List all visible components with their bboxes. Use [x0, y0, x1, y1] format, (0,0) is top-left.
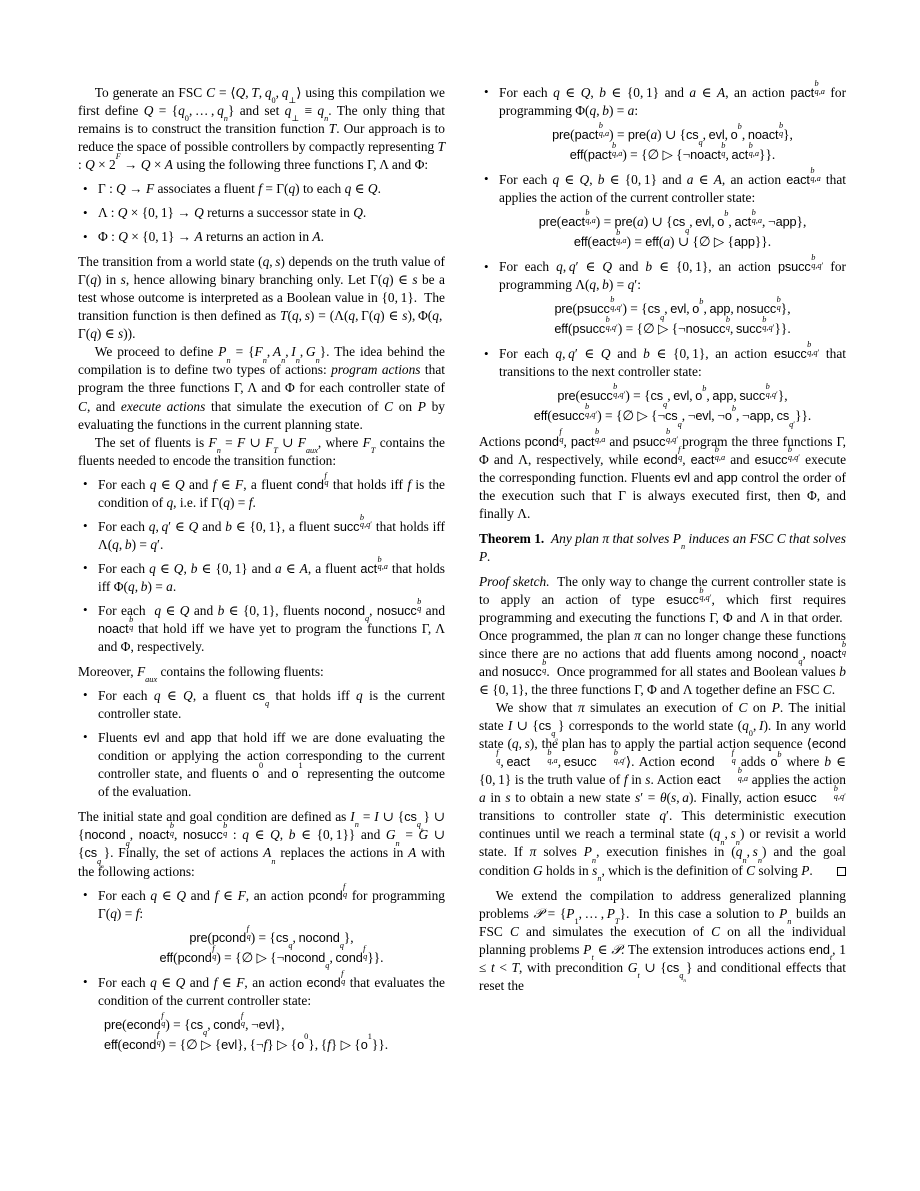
equation-line: pre(econd f q) = {csq, cond f q, ¬evl}, [104, 1010, 285, 1038]
bullet-list-functions: Γ : Q → F associates a fluent f = Γ(q) t… [78, 180, 445, 246]
equation-econd: pre(econd f q) = {csq, cond f q, ¬evl}, eff(… [98, 1010, 445, 1054]
bullet-list-actions-right: For each q ∈ Q, b ∈ {0, 1} and a ∈ A, an… [479, 79, 846, 429]
equation-esucc: pre(esucc b q,q′) = {csq, evl, ob, app, su… [499, 382, 846, 429]
equation-psucc: pre(psucc b q,q′) = {csq, evl, ob, app, no… [499, 295, 846, 338]
equation-line: eff(psucc b q,q′) = {∅ ▷ {¬nosucc b q, succ b… [554, 315, 791, 337]
paragraph-transition: The transition from a world state (q, s)… [78, 254, 445, 342]
equation-pcond: pre(pcond f q) = {csq, nocondq}, eff(pcond… [98, 923, 445, 971]
equation-line: pre(esucc b q,q′) = {csq, evl, ob, app, su… [557, 382, 788, 409]
paragraph-generalized-planning: We extend the compilation to address gen… [479, 887, 847, 993]
equation-line: pre(pcond f q) = {csq, nocondq}, [189, 923, 354, 951]
two-column-body: To generate an FSC C = ⟨Q, T, q0, q⊥⟩ us… [78, 79, 847, 1061]
equation-eact: pre(eact b q,a) = pre(a) ∪ {csq, evl, ob, … [499, 208, 846, 251]
list-item: For each q, q′ ∈ Q and b ∈ {0, 1}, an ac… [479, 341, 846, 429]
list-item: Λ : Q × {0, 1} → Q returns a successor s… [78, 204, 445, 222]
equation-line: eff(esucc b q,q′) = {∅ ▷ {¬csq, ¬evl, ¬ob,… [533, 402, 812, 429]
list-item: For each q ∈ Q, a fluent csq that holds … [78, 686, 445, 723]
proof-paragraph-2: We show that π simulates an execution of… [479, 699, 846, 883]
proof-paragraph-1: Proof sketch. The only way to change the… [479, 573, 846, 697]
theorem-label: Theorem 1. [479, 530, 545, 546]
list-item: For each q ∈ Q and f ∈ F, an action econ… [78, 969, 445, 1054]
qed-box [837, 866, 846, 876]
list-item: For each q ∈ Q and f ∈ F, an action pcon… [78, 882, 445, 971]
equation-line: eff(pcond f q) = {∅ ▷ {¬nocondq, cond f q}}. [159, 943, 384, 971]
bullet-list-transition-fluents: For each q ∈ Q and f ∈ F, a fluent condf… [78, 471, 445, 656]
list-item: For each q ∈ Q, b ∈ {0, 1} and a ∈ A, a … [78, 555, 445, 596]
equation-line: eff(econd f q) = {∅ ▷ {evl}, {¬f} ▷ {o0}, … [104, 1030, 389, 1052]
equation-line: eff(pact b q,a) = {∅ ▷ {¬noact b q, act b q,a}… [569, 140, 776, 163]
list-item: For each q ∈ Q, b ∈ {0, 1} and a ∈ A, an… [479, 79, 846, 164]
paragraph-initial-goal: The initial state and goal condition are… [78, 809, 446, 879]
list-item: Φ : Q × {0, 1} → A returns an action in … [78, 228, 445, 246]
bullet-list-actions-left: For each q ∈ Q and f ∈ F, an action pcon… [78, 882, 445, 1054]
equation-line: pre(pact b q,a) = pre(a) ∪ {csq, evl, ob, … [552, 120, 793, 148]
equation-pact: pre(pact b q,a) = pre(a) ∪ {csq, evl, ob, … [499, 120, 846, 164]
paragraph-actions-summary: Actions pcond f q, pact b q,a and psucc b q,q′… [479, 427, 847, 521]
equation-line: eff(eact b q,a) = eff(a) ∪ {∅ ▷ {app}}. [573, 228, 772, 250]
list-item: For each q ∈ Q and f ∈ F, a fluent condf… [78, 471, 445, 512]
paragraph-fluents: The set of fluents is Fn = F ∪ FT ∪ Faux… [78, 434, 445, 468]
list-item: For each q ∈ Q and b ∈ {0, 1}, fluents n… [78, 597, 445, 656]
bullet-list-aux-fluents: For each q ∈ Q, a fluent csq that holds … [78, 686, 445, 801]
equation-line: pre(eact b q,a) = pre(a) ∪ {csq, evl, ob, … [538, 208, 807, 235]
equation-line: pre(psucc b q,q′) = {csq, evl, ob, app, no… [554, 295, 791, 322]
right-column: For each q ∈ Q, b ∈ {0, 1} and a ∈ A, an… [479, 79, 847, 1061]
list-item: Fluents evl and app that hold iff we are… [78, 728, 445, 801]
list-item: For each q, q′ ∈ Q and b ∈ {0, 1}, an ac… [479, 253, 846, 338]
paper-page: To generate an FSC C = ⟨Q, T, q0, q⊥⟩ us… [0, 0, 920, 1191]
paragraph-intro: To generate an FSC C = ⟨Q, T, q0, q⊥⟩ us… [78, 85, 446, 173]
list-item: For each q, q′ ∈ Q and b ∈ {0, 1}, a flu… [78, 513, 445, 554]
proof-label: Proof sketch. [479, 573, 550, 589]
theorem-statement: Theorem 1. Any plan π that solves Pn ind… [479, 530, 846, 566]
list-item: For each q ∈ Q, b ∈ {0, 1} and a ∈ A, an… [479, 166, 846, 251]
paragraph-faux: Moreover, Faux contains the following fl… [78, 663, 324, 685]
paragraph-compilation: We proceed to define Pn = {Fn, An, In, G… [78, 344, 445, 432]
left-column: To generate an FSC C = ⟨Q, T, q0, q⊥⟩ us… [78, 84, 445, 1061]
list-item: Γ : Q → F associates a fluent f = Γ(q) t… [78, 180, 445, 198]
